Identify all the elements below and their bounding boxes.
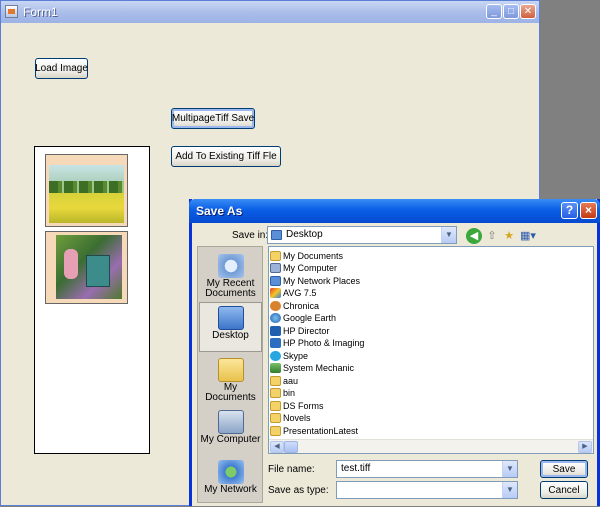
back-icon[interactable]: ◀ — [466, 228, 482, 244]
folder-icon — [270, 401, 281, 411]
skype-icon — [270, 351, 281, 361]
list-item[interactable]: bin — [270, 387, 295, 399]
my-computer-icon — [217, 410, 244, 434]
add-to-existing-tiff-button[interactable]: Add To Existing Tiff Fle — [171, 146, 281, 167]
form1-titlebar[interactable]: Form1 _ □ ✕ — [1, 1, 539, 23]
place-my-computer[interactable]: My Computer — [199, 407, 262, 457]
landscape-thumbnail[interactable] — [45, 154, 128, 227]
list-item[interactable]: Chronica — [270, 300, 319, 312]
help-button[interactable]: ? — [561, 202, 578, 219]
save-as-type-dropdown[interactable]: ▼ — [336, 481, 518, 499]
scroll-left-icon[interactable]: ◀ — [270, 441, 284, 453]
my-network-icon — [217, 460, 244, 484]
save-button[interactable]: Save — [540, 460, 588, 478]
google-earth-icon — [270, 313, 281, 323]
list-item[interactable]: Novels — [270, 412, 311, 424]
form1-title: Form1 — [23, 5, 58, 19]
save-as-type-label: Save as type: — [268, 485, 329, 496]
new-folder-icon[interactable]: ★ — [501, 228, 517, 244]
save-as-titlebar[interactable]: Save As ? × — [189, 199, 600, 223]
place-my-network[interactable]: My Network — [199, 457, 262, 507]
place-my-documents[interactable]: My Documents — [199, 355, 262, 405]
scroll-right-icon[interactable]: ▶ — [578, 441, 592, 453]
horizontal-scrollbar[interactable]: ◀ ▶ — [269, 439, 593, 453]
folder-icon — [270, 388, 281, 398]
list-item[interactable]: HP Photo & Imaging — [270, 337, 364, 349]
desktop-icon — [217, 306, 244, 330]
multipage-tiff-save-button[interactable]: MultipageTiff Save — [171, 108, 255, 129]
my-documents-icon — [270, 251, 281, 261]
file-list[interactable]: My Documents My Computer My Network Plac… — [268, 246, 594, 454]
list-item[interactable]: HP Director — [270, 325, 329, 337]
folder-icon — [270, 413, 281, 423]
cancel-button[interactable]: Cancel — [540, 481, 588, 499]
save-as-title: Save As — [196, 204, 243, 218]
list-item[interactable]: Google Earth — [270, 312, 336, 324]
save-as-dialog: Save As ? × Save in: Desktop ▼ ◀ ⇧ ★ ▦▾ … — [189, 199, 600, 506]
chevron-down-icon[interactable]: ▼ — [502, 461, 517, 477]
place-desktop[interactable]: Desktop — [199, 302, 262, 352]
list-item[interactable]: DS Forms — [270, 400, 324, 412]
list-item[interactable]: My Documents — [270, 250, 343, 262]
dialog-close-button[interactable]: × — [580, 202, 597, 219]
list-item[interactable]: My Network Places — [270, 275, 360, 287]
minimize-button[interactable]: _ — [486, 4, 502, 19]
chevron-down-icon[interactable]: ▼ — [441, 227, 456, 243]
up-folder-icon[interactable]: ⇧ — [484, 228, 500, 244]
book-cover-thumbnail[interactable] — [45, 231, 128, 304]
file-name-label: File name: — [268, 464, 315, 475]
chevron-down-icon[interactable]: ▼ — [502, 482, 517, 498]
save-in-label: Save in: — [232, 230, 269, 241]
close-button[interactable]: ✕ — [520, 4, 536, 19]
chronica-icon — [270, 301, 281, 311]
list-item[interactable]: AVG 7.5 — [270, 287, 316, 299]
system-mechanic-icon — [270, 363, 281, 373]
network-places-icon — [270, 276, 281, 286]
places-bar: My Recent Documents Desktop My Documents… — [197, 246, 263, 503]
folder-icon — [270, 376, 281, 386]
file-name-input[interactable]: test.tiff ▼ — [336, 460, 518, 478]
list-item[interactable]: Skype — [270, 350, 308, 362]
list-item[interactable]: PresentationLatest — [270, 425, 358, 437]
form-app-icon[interactable] — [5, 5, 18, 18]
my-computer-icon — [270, 263, 281, 273]
list-item[interactable]: My Computer — [270, 262, 337, 274]
save-in-dropdown[interactable]: Desktop ▼ — [267, 226, 457, 244]
place-my-recent-documents[interactable]: My Recent Documents — [199, 251, 262, 301]
save-in-value: Desktop — [286, 229, 323, 240]
my-documents-icon — [217, 358, 244, 382]
scrollbar-thumb[interactable] — [284, 441, 298, 453]
avg-icon — [270, 288, 281, 298]
folder-icon — [270, 426, 281, 436]
hp-director-icon — [270, 326, 281, 336]
image-list-panel[interactable] — [34, 146, 150, 454]
hp-photo-icon — [270, 338, 281, 348]
views-menu-icon[interactable]: ▦▾ — [518, 228, 538, 244]
desktop-icon — [271, 230, 282, 240]
load-image-button[interactable]: Load Image — [35, 58, 88, 79]
maximize-button[interactable]: □ — [503, 4, 519, 19]
file-name-value: test.tiff — [341, 463, 371, 474]
list-item[interactable]: System Mechanic — [270, 362, 354, 374]
list-item[interactable]: aau — [270, 375, 298, 387]
recent-documents-icon — [217, 254, 244, 278]
